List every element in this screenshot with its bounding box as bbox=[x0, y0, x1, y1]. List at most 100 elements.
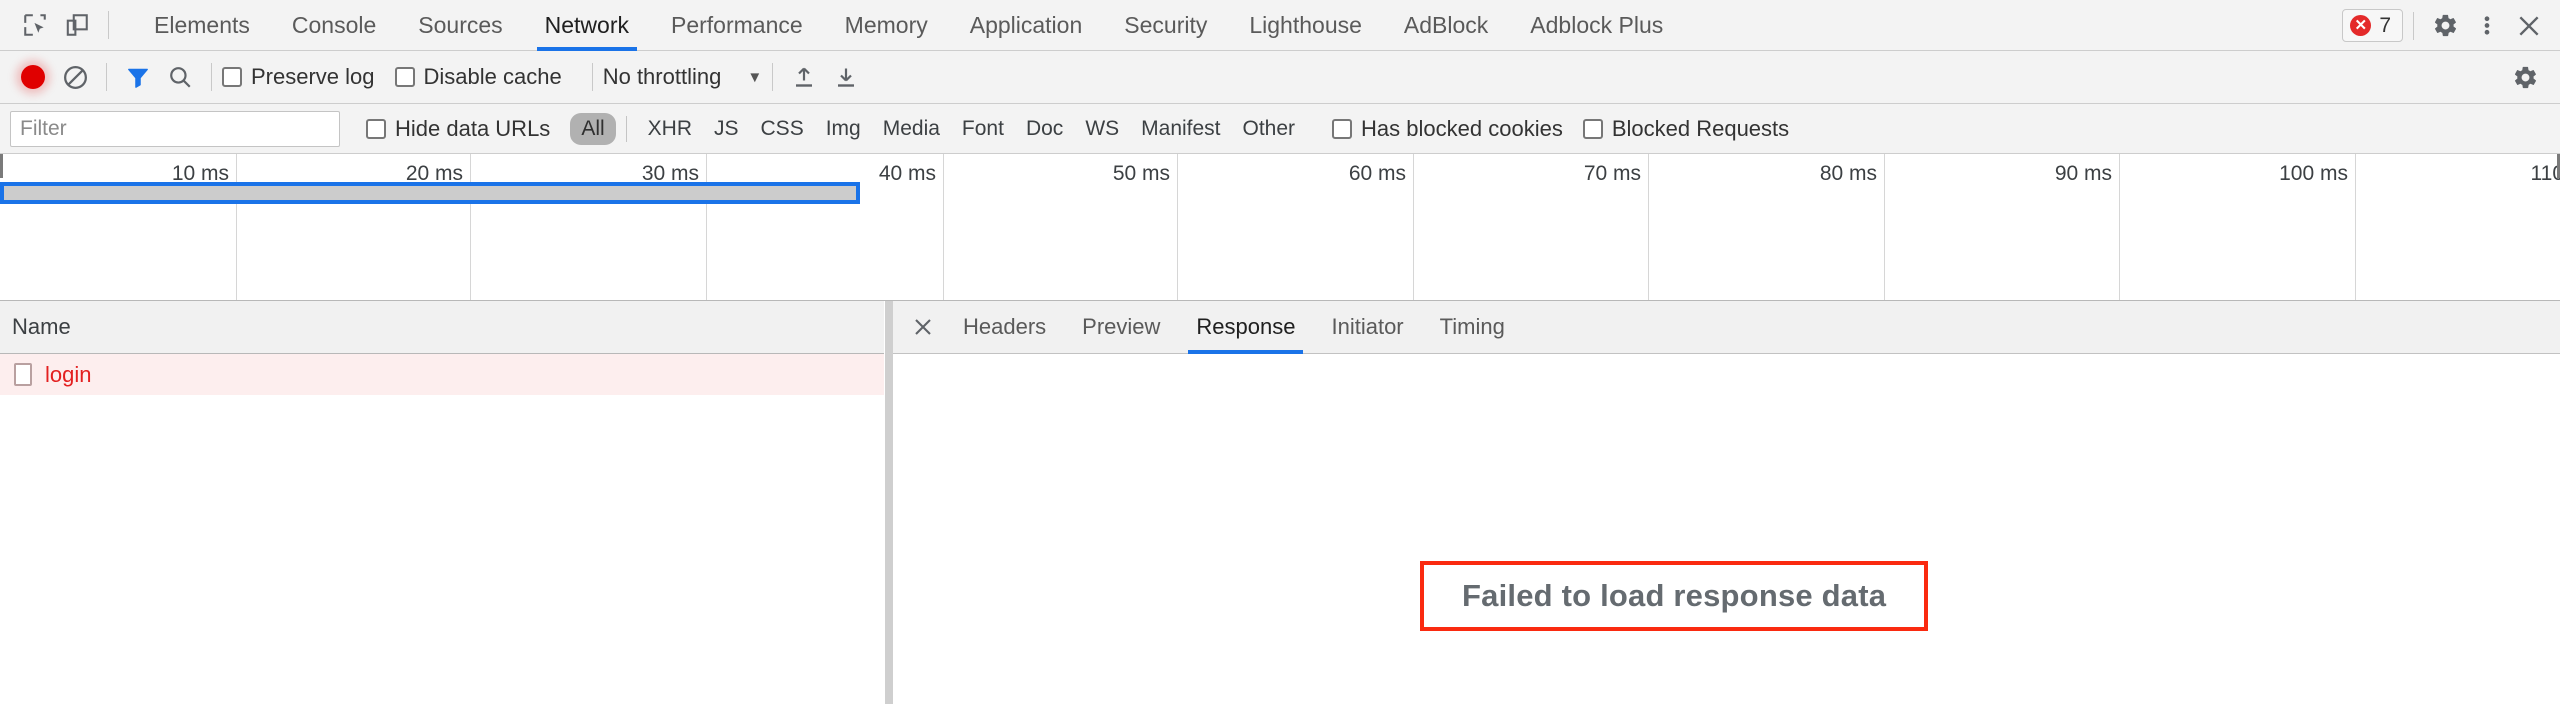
error-count-badge[interactable]: ✕ 7 bbox=[2342, 9, 2403, 42]
close-icon[interactable] bbox=[2508, 6, 2550, 46]
has-blocked-cookies-checkbox[interactable]: Has blocked cookies bbox=[1332, 116, 1563, 142]
filter-type-label: Manifest bbox=[1141, 116, 1221, 140]
tab-performance[interactable]: Performance bbox=[650, 0, 824, 51]
tab-application[interactable]: Application bbox=[949, 0, 1104, 51]
toolbar-divider bbox=[2413, 11, 2414, 40]
timeline-tick-label: 40 ms bbox=[878, 162, 936, 185]
filter-type-css[interactable]: CSS bbox=[750, 113, 815, 145]
timeline-tick-label: 50 ms bbox=[1112, 162, 1170, 185]
tab-bar-actions: ✕ 7 bbox=[2342, 0, 2550, 51]
device-toolbar-icon[interactable] bbox=[56, 5, 98, 45]
toolbar-divider bbox=[106, 63, 107, 91]
gear-icon[interactable] bbox=[2424, 6, 2466, 46]
checkbox-box[interactable] bbox=[1582, 118, 1603, 139]
failed-response-box: Failed to load response data bbox=[1420, 561, 1929, 631]
tab-security[interactable]: Security bbox=[1103, 0, 1228, 51]
tab-elements[interactable]: Elements bbox=[133, 0, 271, 51]
tab-network[interactable]: Network bbox=[524, 0, 650, 51]
filter-type-label: CSS bbox=[760, 116, 804, 140]
inspect-element-icon[interactable] bbox=[14, 5, 56, 45]
clear-icon[interactable] bbox=[54, 57, 96, 97]
filter-bar: Hide data URLs All XHR JS CSS Img Media … bbox=[0, 104, 2560, 154]
requests-pane: Name login bbox=[0, 301, 885, 704]
tab-lighthouse[interactable]: Lighthouse bbox=[1228, 0, 1383, 51]
network-overview-timeline[interactable]: 10 ms 20 ms 30 ms 40 ms 50 ms 60 ms 70 m… bbox=[0, 154, 2560, 301]
filter-type-manifest[interactable]: Manifest bbox=[1130, 113, 1231, 145]
import-har-icon[interactable] bbox=[783, 57, 825, 97]
filter-input[interactable] bbox=[10, 110, 340, 147]
toolbar-divider bbox=[591, 63, 593, 91]
request-detail-pane: Headers Preview Response Initiator Timin… bbox=[893, 301, 2560, 704]
timeline-tick-label: 110 bbox=[2530, 162, 2560, 185]
tab-label: Security bbox=[1124, 11, 1208, 38]
filter-divider bbox=[625, 115, 627, 142]
tab-sources[interactable]: Sources bbox=[397, 0, 523, 51]
tab-response[interactable]: Response bbox=[1178, 301, 1313, 354]
filter-type-label: JS bbox=[714, 116, 739, 140]
tab-headers[interactable]: Headers bbox=[945, 301, 1064, 354]
tab-label: Console bbox=[291, 11, 377, 38]
disable-cache-checkbox[interactable]: Disable cache bbox=[394, 64, 562, 90]
detail-tab-bar: Headers Preview Response Initiator Timin… bbox=[893, 301, 2560, 354]
search-icon[interactable] bbox=[159, 57, 201, 97]
filter-type-js[interactable]: JS bbox=[703, 113, 750, 145]
filter-type-all[interactable]: All bbox=[570, 112, 616, 145]
error-count-label: 7 bbox=[2379, 13, 2391, 37]
network-settings-gear-icon[interactable] bbox=[2504, 58, 2546, 98]
detail-tab-label: Initiator bbox=[1331, 314, 1404, 339]
filter-type-xhr[interactable]: XHR bbox=[637, 113, 703, 145]
checkbox-box[interactable] bbox=[366, 118, 386, 139]
tab-adblock-plus[interactable]: Adblock Plus bbox=[1509, 0, 1684, 51]
kebab-menu-icon[interactable] bbox=[2466, 6, 2508, 46]
tab-console[interactable]: Console bbox=[271, 0, 397, 51]
toolbar-divider bbox=[211, 63, 212, 91]
checkbox-box[interactable] bbox=[394, 67, 415, 87]
filter-type-label: XHR bbox=[647, 116, 692, 140]
tab-label: Lighthouse bbox=[1249, 11, 1362, 38]
panel-tabs: Elements Console Sources Network Perform… bbox=[133, 0, 1684, 51]
timeline-tick: 100 ms bbox=[2120, 154, 2356, 300]
detail-tab-label: Timing bbox=[1439, 314, 1505, 339]
tab-initiator[interactable]: Initiator bbox=[1313, 301, 1421, 354]
filter-type-label: Media bbox=[882, 116, 940, 140]
disable-cache-label: Disable cache bbox=[423, 64, 562, 89]
filter-type-other[interactable]: Other bbox=[1232, 113, 1307, 145]
detail-tab-label: Response bbox=[1196, 314, 1296, 339]
blocked-requests-checkbox[interactable]: Blocked Requests bbox=[1582, 116, 1789, 142]
close-detail-icon[interactable] bbox=[901, 305, 945, 349]
filter-type-label: Other bbox=[1242, 116, 1296, 140]
hide-data-urls-checkbox[interactable]: Hide data URLs bbox=[366, 116, 550, 142]
tab-label: Network bbox=[544, 11, 629, 38]
checkbox-box[interactable] bbox=[1332, 118, 1353, 139]
filter-type-label: Img bbox=[825, 116, 861, 140]
tab-memory[interactable]: Memory bbox=[824, 0, 949, 51]
preserve-log-checkbox[interactable]: Preserve log bbox=[222, 64, 375, 90]
timeline-tick: 90 ms bbox=[1885, 154, 2120, 300]
filter-type-doc[interactable]: Doc bbox=[1015, 113, 1074, 145]
tab-adblock[interactable]: AdBlock bbox=[1383, 0, 1509, 51]
timeline-selection-band[interactable] bbox=[0, 182, 860, 204]
export-har-icon[interactable] bbox=[825, 57, 867, 97]
request-name: login bbox=[45, 361, 92, 387]
requests-column-header[interactable]: Name bbox=[0, 301, 884, 354]
checkbox-box[interactable] bbox=[222, 67, 242, 87]
preserve-log-label: Preserve log bbox=[251, 64, 375, 89]
toolbar-divider bbox=[772, 63, 774, 91]
tab-preview[interactable]: Preview bbox=[1064, 301, 1178, 354]
tab-timing[interactable]: Timing bbox=[1422, 301, 1523, 354]
timeline-tick: 60 ms bbox=[1178, 154, 1414, 300]
pane-splitter[interactable] bbox=[885, 301, 893, 704]
record-button-icon[interactable] bbox=[12, 57, 54, 97]
detail-tab-label: Headers bbox=[963, 314, 1047, 339]
resource-type-filters: All XHR JS CSS Img Media Font Doc WS Man… bbox=[570, 112, 1307, 145]
filter-type-img[interactable]: Img bbox=[815, 113, 872, 145]
filter-funnel-icon[interactable] bbox=[117, 57, 159, 97]
filter-type-media[interactable]: Media bbox=[872, 113, 951, 145]
has-blocked-cookies-label: Has blocked cookies bbox=[1361, 115, 1563, 141]
throttling-dropdown[interactable]: No throttling ▼ bbox=[603, 64, 762, 90]
filter-type-ws[interactable]: WS bbox=[1074, 113, 1130, 145]
error-x-glyph: ✕ bbox=[2354, 17, 2368, 34]
table-row[interactable]: login bbox=[0, 354, 884, 395]
timeline-tick: 20 ms bbox=[237, 154, 471, 300]
filter-type-font[interactable]: Font bbox=[951, 113, 1015, 145]
